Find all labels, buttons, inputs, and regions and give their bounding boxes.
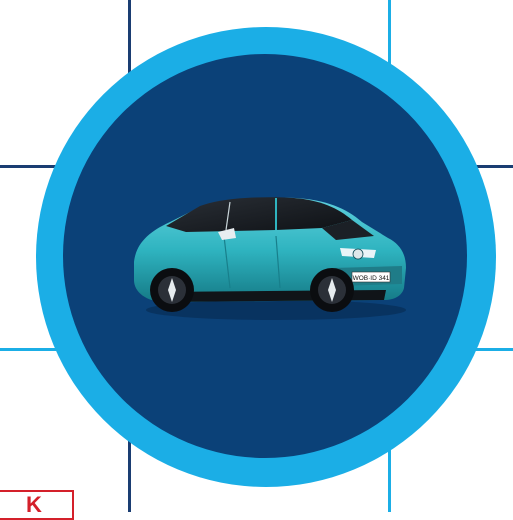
license-plate: WOB·ID 341 [353, 275, 390, 282]
electric-car-image: WOB·ID 341 [134, 197, 406, 320]
corner-logo: K [0, 490, 74, 520]
corner-logo-glyph: K [26, 492, 42, 517]
